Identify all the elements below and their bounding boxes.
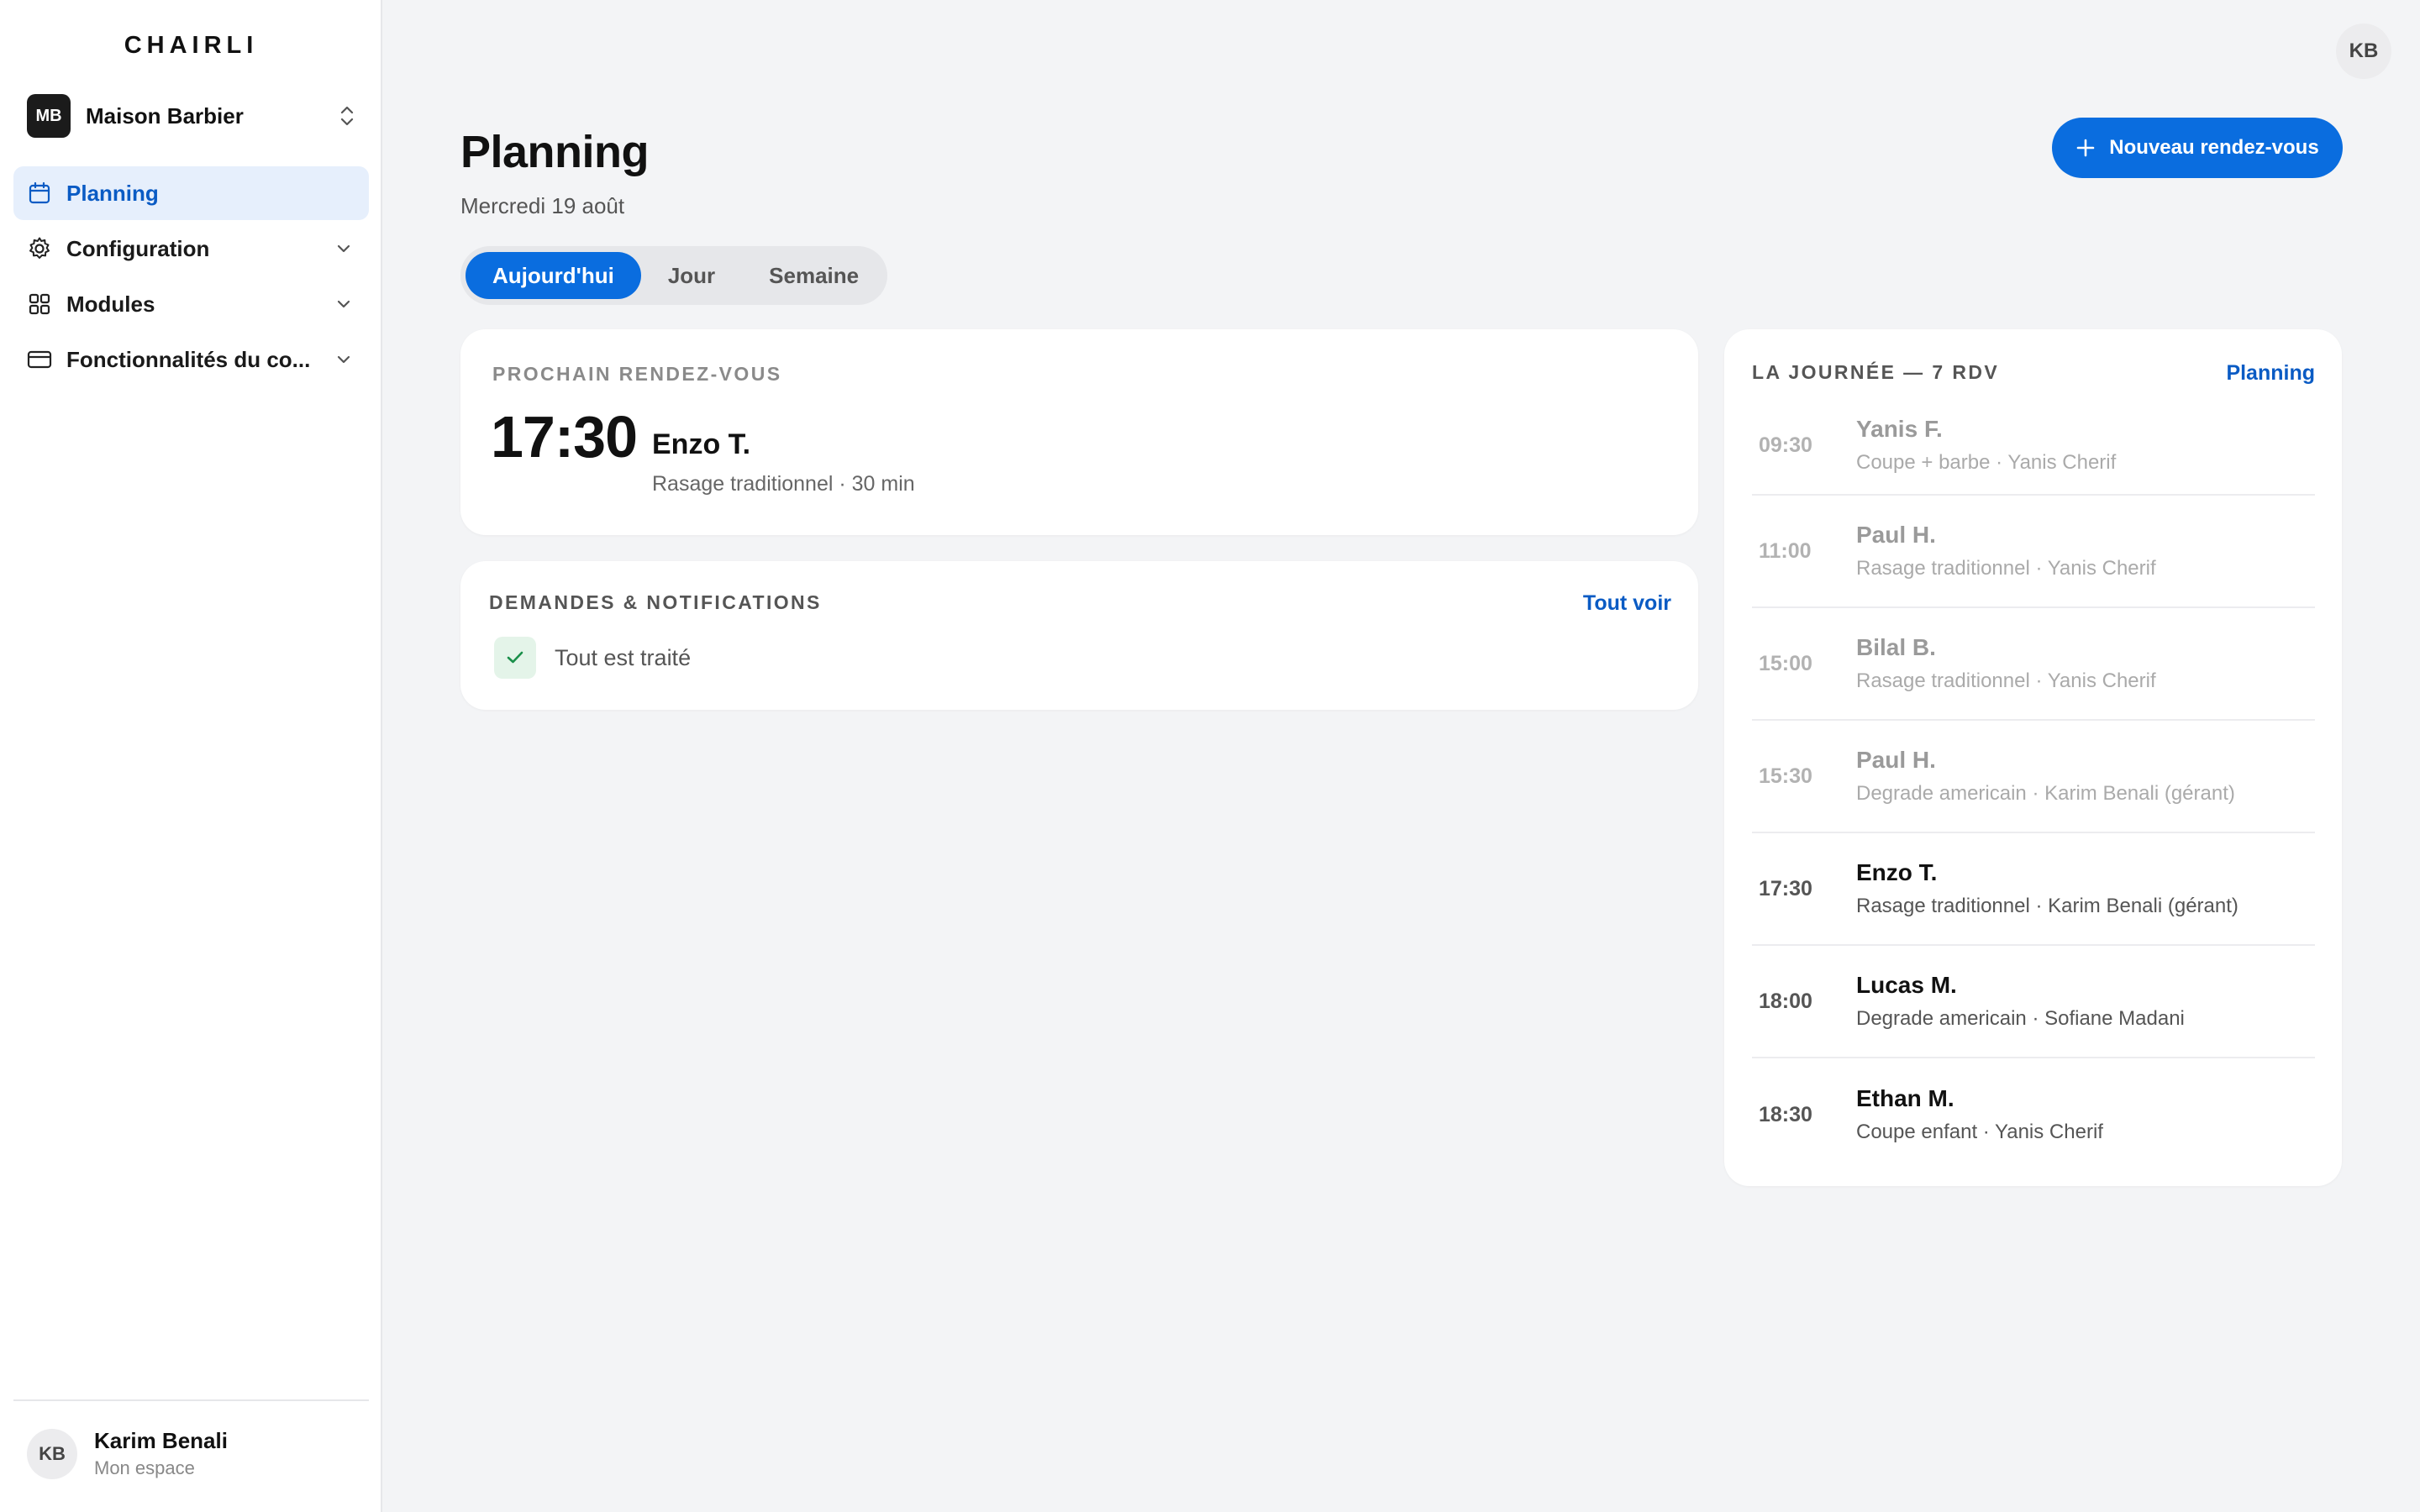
appointment-time: 18:00 (1759, 989, 1812, 1013)
appointment-client: Paul H. (1856, 747, 1936, 773)
appointment-details: Coupe + barbe · Yanis Cherif (1856, 451, 2117, 474)
sidebar-item-modules[interactable]: Modules (13, 277, 369, 331)
sidebar-item-label: Fonctionnalités du co... (66, 346, 311, 372)
grid-icon (27, 291, 52, 317)
appointment-details: Rasage traditionnel · Yanis Cherif (1856, 669, 2156, 692)
appointment-time: 15:30 (1759, 764, 1812, 788)
new-appointment-button[interactable]: Nouveau rendez-vous (2052, 118, 2343, 178)
appointment-details: Coupe enfant · Yanis Cherif (1856, 1121, 2103, 1143)
sidebar-item-label: Configuration (66, 235, 210, 261)
requests-heading: DEMANDES & NOTIFICATIONS (489, 591, 822, 613)
sidebar-item-label: Modules (66, 291, 155, 317)
day-schedule-card: LA JOURNÉE — 7 RDV Planning 09:30 Yanis … (1724, 329, 2342, 1186)
next-appointment-client: Enzo T. (652, 428, 751, 460)
appointment-client: Enzo T. (1856, 859, 1938, 885)
next-appointment-heading: PROCHAIN RENDEZ-VOUS (492, 363, 782, 385)
appointment-time: 17:30 (1759, 876, 1812, 900)
gear-icon (27, 236, 52, 261)
new-appointment-label: Nouveau rendez-vous (2109, 136, 2319, 159)
appointment-client: Yanis F. (1856, 416, 1943, 442)
view-switcher: Aujourd'hui Jour Semaine (460, 246, 887, 305)
sidebar-item-features[interactable]: Fonctionnalités du co... (13, 333, 369, 386)
sidebar-item-configuration[interactable]: Configuration (13, 222, 369, 276)
day-heading: LA JOURNÉE — 7 RDV (1752, 361, 2000, 383)
chevron-down-icon (332, 292, 355, 316)
requests-status: Tout est traité (555, 645, 692, 670)
sidebar-nav: Planning Configuration Modules Fonctionn… (13, 166, 369, 388)
appointment-details: Rasage traditionnel · Karim Benali (géra… (1856, 895, 2238, 917)
brand-logo: CHAIRLI (124, 32, 259, 59)
appointment-time: 11:00 (1759, 538, 1812, 563)
appointment-list: 09:30 Yanis F. Coupe + barbe · Yanis Cher… (1752, 396, 2315, 1171)
appointment-row[interactable]: 15:00 Bilal B. Rasage traditionnel · Yani… (1752, 608, 2315, 721)
business-name: Maison Barbier (86, 102, 244, 129)
appointment-details: Degrade americain · Sofiane Madani (1856, 1007, 2185, 1030)
account-avatar[interactable]: KB (2336, 24, 2391, 79)
appointment-row[interactable]: 18:00 Lucas M. Degrade americain · Sofian… (1752, 946, 2315, 1058)
next-appointment-service: Rasage traditionnel · 30 min (652, 472, 915, 496)
chevron-down-icon (332, 348, 355, 371)
user-menu[interactable]: KB Karim Benali Mon espace (27, 1428, 228, 1479)
tab-day[interactable]: Jour (641, 252, 742, 299)
appointment-details: Degrade americain · Karim Benali (gérant… (1856, 782, 2235, 805)
appointment-client: Paul H. (1856, 522, 1936, 548)
requests-card: DEMANDES & NOTIFICATIONS Tout voir Tout … (460, 561, 1698, 710)
appointment-time: 09:30 (1759, 433, 1812, 457)
page-title: Planning (460, 127, 650, 177)
next-appointment-card[interactable]: PROCHAIN RENDEZ-VOUS 17:30 Enzo T. Rasag… (460, 329, 1698, 535)
sidebar-item-planning[interactable]: Planning (13, 166, 369, 220)
sidebar-divider (13, 1399, 369, 1401)
business-badge: MB (27, 94, 71, 138)
calendar-icon (27, 181, 52, 206)
plus-icon (2075, 138, 2096, 158)
user-name: Karim Benali (94, 1428, 228, 1453)
appointment-details: Rasage traditionnel · Yanis Cherif (1856, 557, 2156, 580)
tab-week[interactable]: Semaine (742, 252, 886, 299)
user-subtitle: Mon espace (94, 1457, 195, 1478)
page-date: Mercredi 19 août (460, 193, 625, 218)
appointment-row[interactable]: 11:00 Paul H. Rasage traditionnel · Yanis… (1752, 496, 2315, 608)
check-icon (494, 637, 536, 679)
chevron-updown-icon (334, 99, 360, 133)
appointment-client: Bilal B. (1856, 634, 1936, 660)
planning-link[interactable]: Planning (2226, 361, 2315, 386)
tab-today[interactable]: Aujourd'hui (466, 252, 641, 299)
sidebar: CHAIRLI MB Maison Barbier Planning Confi… (0, 0, 382, 1512)
next-appointment-time: 17:30 (491, 404, 638, 470)
card-icon (27, 347, 52, 372)
appointment-row[interactable]: 09:30 Yanis F. Coupe + barbe · Yanis Cher… (1752, 396, 2315, 496)
appointment-client: Lucas M. (1856, 972, 1957, 998)
business-switcher[interactable]: MB Maison Barbier (27, 92, 360, 139)
appointment-row[interactable]: 18:30 Ethan M. Coupe enfant · Yanis Cheri… (1752, 1058, 2315, 1171)
appointment-time: 15:00 (1759, 651, 1812, 675)
appointment-row[interactable]: 15:30 Paul H. Degrade americain · Karim B… (1752, 721, 2315, 833)
sidebar-item-label: Planning (66, 180, 159, 206)
see-all-link[interactable]: Tout voir (1583, 591, 1671, 616)
appointment-time: 18:30 (1759, 1102, 1812, 1126)
avatar: KB (27, 1428, 77, 1479)
appointment-client: Ethan M. (1856, 1085, 1954, 1111)
appointment-row[interactable]: 17:30 Enzo T. Rasage traditionnel · Karim… (1752, 833, 2315, 946)
chevron-down-icon (332, 237, 355, 260)
